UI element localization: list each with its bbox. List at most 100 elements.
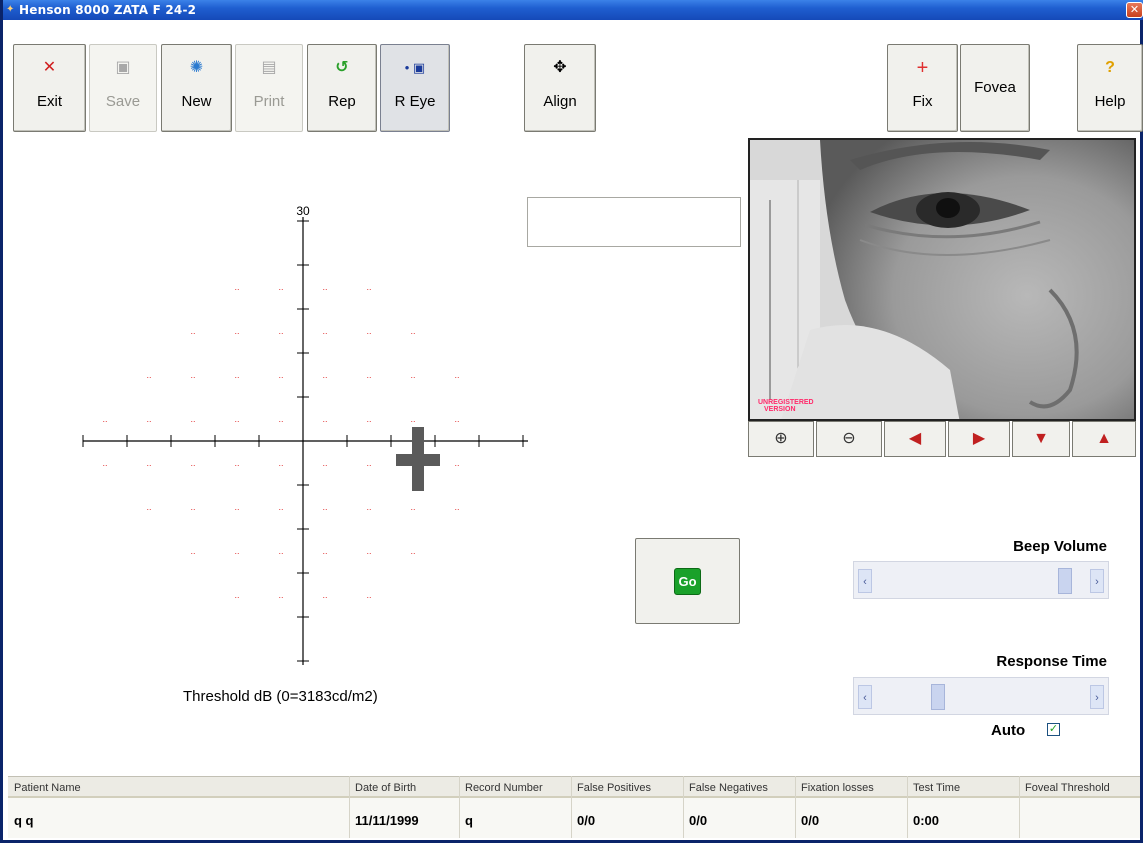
test-point: .. [146,458,151,468]
save-button[interactable]: ▣ Save [89,44,157,132]
fovea-button[interactable]: Fovea [960,44,1030,132]
eye-camera-view: UNREGISTERED VERSION [748,138,1136,421]
plot-caption: Threshold dB (0=3183cd/m2) [183,688,378,705]
pan-up-button[interactable]: ▲ [1072,421,1136,457]
pan-right-button[interactable]: ▶ [948,421,1010,457]
new-button[interactable]: ✺ New [161,44,232,132]
test-point: .. [454,458,459,468]
test-point: .. [146,414,151,424]
table-row[interactable]: q q 11/11/1999 q 0/0 0/0 0/0 0:00 [8,798,1140,838]
column-divider [907,776,908,838]
test-point: .. [322,282,327,292]
watermark-line-2: VERSION [764,406,796,413]
false-positives-cell: 0/0 [577,813,596,828]
col-header: Test Time [913,782,961,794]
test-point: .. [366,414,371,424]
arrow-right-icon: ▶ [972,430,986,447]
test-point: .. [366,546,371,556]
test-point: .. [410,326,415,336]
arrow-left-icon: ◀ [908,430,922,447]
right-eye-button[interactable]: • ▣ R Eye [380,44,450,132]
chevron-left-icon[interactable]: ‹ [858,685,872,709]
test-point: .. [278,590,283,600]
zoom-out-button[interactable]: ⊖ [816,421,882,457]
zoom-in-icon: ⊕ [774,430,788,447]
col-header: Fixation losses [801,782,874,794]
column-divider [349,776,350,838]
beep-volume-slider[interactable]: ‹ › [853,561,1109,599]
new-label: New [181,93,212,110]
zoom-in-button[interactable]: ⊕ [748,421,814,457]
col-header: False Negatives [689,782,768,794]
exit-button[interactable]: ✕ Exit [13,44,86,132]
test-point: .. [190,502,195,512]
test-point: .. [322,414,327,424]
empty-text-field [527,197,741,247]
column-divider [1019,776,1020,838]
go-button[interactable]: Go [635,538,740,624]
response-time-slider[interactable]: ‹ › [853,677,1109,715]
test-point: .. [278,282,283,292]
test-point: .. [190,370,195,380]
app-window: ✦ Henson 8000 ZATA F 24-2 ✕ ✕ Exit ▣ Sav… [0,0,1143,843]
arrow-up-icon: ▲ [1096,430,1112,447]
repeat-arrow-icon: ↺ [335,59,349,76]
col-header: Date of Birth [355,782,417,794]
auto-checkbox[interactable]: ✓ [1047,723,1060,736]
title-bar: ✦ Henson 8000 ZATA F 24-2 ✕ [3,0,1143,20]
test-point: .. [454,414,459,424]
test-point: .. [454,370,459,380]
fix-label: Fix [912,93,933,110]
align-button[interactable]: ✥ Align [524,44,596,132]
pan-down-button[interactable]: ▼ [1012,421,1070,457]
pan-left-button[interactable]: ◀ [884,421,946,457]
beep-volume-label: Beep Volume [1013,538,1107,555]
camera-image [750,140,1134,419]
test-point: .. [366,458,371,468]
arrow-down-icon: ▼ [1033,430,1049,447]
print-button[interactable]: ▤ Print [235,44,303,132]
beep-volume-thumb[interactable] [1058,568,1073,594]
print-label: Print [253,93,285,110]
eye-face-icon: • ▣ [404,60,426,75]
rep-button[interactable]: ↺ Rep [307,44,377,132]
column-divider [459,776,460,838]
move-arrows-icon: ✥ [553,59,567,76]
camera-controls: ⊕ ⊖ ◀ ▶ ▼ ▲ [748,421,1136,457]
new-sparkle-icon: ✺ [189,59,204,76]
test-point: .. [366,326,371,336]
test-point: .. [278,370,283,380]
test-point: .. [322,458,327,468]
record-number-cell: q [465,813,473,828]
test-point: .. [102,458,107,468]
chevron-left-icon[interactable]: ‹ [858,569,872,593]
column-divider [795,776,796,838]
response-time-thumb[interactable] [931,684,946,710]
col-header: Patient Name [14,782,81,794]
test-point: .. [410,546,415,556]
date-of-birth-cell: 11/11/1999 [355,813,419,828]
fix-button[interactable]: + Fix [887,44,958,132]
auto-label: Auto [991,722,1026,739]
close-button[interactable]: ✕ [1126,2,1143,18]
col-header: Record Number [465,782,543,794]
question-mark-icon: ? [1105,59,1115,76]
test-point: .. [322,590,327,600]
visual-field-plot: 30......................................… [82,204,528,665]
right-eye-label: R Eye [394,93,436,110]
test-point: .. [234,370,239,380]
test-point: .. [278,458,283,468]
fixation-losses-cell: 0/0 [801,813,820,828]
help-button[interactable]: ? Help [1077,44,1143,132]
table-header: Patient Name Date of Birth Record Number… [8,776,1140,798]
chevron-right-icon[interactable]: › [1090,685,1104,709]
app-icon: ✦ [6,4,15,15]
chevron-right-icon[interactable]: › [1090,569,1104,593]
test-point: .. [322,546,327,556]
patient-name-cell: q q [14,813,34,828]
test-point: .. [278,326,283,336]
test-point: .. [234,458,239,468]
help-label: Help [1094,93,1126,110]
test-point: .. [410,370,415,380]
test-point: .. [454,502,459,512]
